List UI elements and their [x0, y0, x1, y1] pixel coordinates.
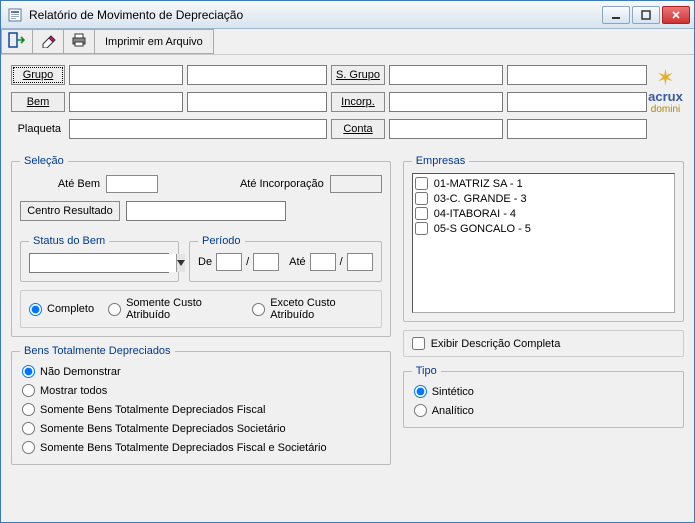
exibir-desc-row: Exibir Descrição Completa — [403, 330, 684, 357]
custo-radio-group: Completo Somente Custo Atribuído Exceto … — [20, 290, 382, 328]
printer-icon — [70, 32, 88, 51]
centro-resultado-input[interactable] — [126, 201, 286, 221]
brand-logo: ✶ acrux domini — [647, 63, 684, 115]
empresa-item[interactable]: 03-C. GRANDE - 3 — [415, 191, 672, 206]
plaqueta-input[interactable] — [69, 119, 327, 139]
radio-somente-fiscal[interactable]: Somente Bens Totalmente Depreciados Fisc… — [22, 403, 380, 416]
right-column: Empresas 01-MATRIZ SA - 1 03-C. GRANDE -… — [403, 147, 684, 465]
slash-1: / — [246, 256, 249, 268]
radio-somente-custo[interactable]: Somente Custo Atribuído — [108, 297, 238, 321]
sgrupo-button[interactable]: S. Grupo — [331, 65, 385, 85]
empresas-fieldset: Empresas 01-MATRIZ SA - 1 03-C. GRANDE -… — [403, 155, 684, 322]
centro-resultado-row: Centro Resultado — [20, 199, 382, 227]
exit-icon — [8, 32, 26, 51]
grupo-button[interactable]: Grupo — [11, 65, 65, 85]
incorp-desc-input[interactable] — [507, 92, 647, 112]
ate-incorp-input[interactable] — [330, 175, 382, 193]
status-periodo-row: Status do Bem Período De — [20, 227, 382, 282]
conta-button[interactable]: Conta — [331, 119, 385, 139]
bem-button[interactable]: Bem — [11, 92, 65, 112]
radio-somente-societario[interactable]: Somente Bens Totalmente Depreciados Soci… — [22, 422, 380, 435]
slash-2: / — [340, 256, 343, 268]
grupo-desc-input[interactable] — [187, 65, 327, 85]
logo-brand: acrux — [647, 89, 684, 104]
status-bem-value[interactable] — [30, 254, 176, 272]
ate-incorp-label: Até Incorporação — [164, 178, 324, 190]
window-title: Relatório de Movimento de Depreciação — [29, 8, 602, 22]
periodo-de-mes[interactable] — [216, 253, 242, 271]
radio-sintetico[interactable]: Sintético — [414, 385, 673, 398]
periodo-de-ano[interactable] — [253, 253, 279, 271]
empresas-legend: Empresas — [412, 155, 470, 167]
selecao-fieldset: Seleção Até Bem Até Incorporação Centro … — [11, 155, 391, 337]
radio-completo[interactable]: Completo — [29, 303, 94, 316]
periodo-row: De / Até / — [198, 253, 373, 271]
exibir-desc-checkbox[interactable]: Exibir Descrição Completa — [412, 337, 561, 350]
exit-button[interactable] — [1, 29, 33, 54]
chevron-down-icon[interactable] — [176, 254, 185, 272]
incorp-code-input[interactable] — [389, 92, 503, 112]
conta-code-input[interactable] — [389, 119, 503, 139]
periodo-legend: Período — [198, 235, 245, 247]
close-button[interactable] — [662, 6, 690, 24]
bens-depreciados-fieldset: Bens Totalmente Depreciados Não Demonstr… — [11, 345, 391, 465]
status-bem-fieldset: Status do Bem — [20, 235, 179, 282]
empresa-item[interactable]: 05-S GONCALO - 5 — [415, 221, 672, 236]
ate-bem-input[interactable] — [106, 175, 158, 193]
top-row: Grupo S. Grupo Bem Incorp. Plaqueta Cont… — [11, 63, 684, 141]
bem-desc-input[interactable] — [187, 92, 327, 112]
print-to-file-label: Imprimir em Arquivo — [105, 36, 203, 48]
status-bem-combo[interactable] — [29, 253, 169, 273]
conta-desc-input[interactable] — [507, 119, 647, 139]
ate-bem-label: Até Bem — [20, 178, 100, 190]
empresa-item[interactable]: 01-MATRIZ SA - 1 — [415, 176, 672, 191]
sgrupo-desc-input[interactable] — [507, 65, 647, 85]
incorp-button[interactable]: Incorp. — [331, 92, 385, 112]
window-buttons — [602, 6, 690, 24]
plaqueta-label: Plaqueta — [11, 123, 65, 135]
toolbar: Imprimir em Arquivo — [1, 29, 694, 55]
status-bem-legend: Status do Bem — [29, 235, 109, 247]
app-window: Relatório de Movimento de Depreciação — [0, 0, 695, 523]
left-column: Seleção Até Bem Até Incorporação Centro … — [11, 147, 391, 465]
bens-depreciados-options: Não Demonstrar Mostrar todos Somente Ben… — [20, 363, 382, 456]
radio-exceto-custo[interactable]: Exceto Custo Atribuído — [252, 297, 373, 321]
periodo-ate-label: Até — [289, 256, 306, 268]
radio-analitico[interactable]: Analítico — [414, 404, 673, 417]
radio-mostrar-todos[interactable]: Mostrar todos — [22, 384, 380, 397]
logo-star-icon: ✶ — [647, 67, 684, 89]
selecao-top-row: Até Bem Até Incorporação — [20, 173, 382, 199]
radio-nao-demonstrar[interactable]: Não Demonstrar — [22, 365, 380, 378]
tipo-legend: Tipo — [412, 365, 441, 377]
grupo-code-input[interactable] — [69, 65, 183, 85]
titlebar: Relatório de Movimento de Depreciação — [1, 1, 694, 29]
print-to-file-button[interactable]: Imprimir em Arquivo — [94, 29, 214, 54]
middle-row: Seleção Até Bem Até Incorporação Centro … — [11, 147, 684, 465]
periodo-ate-ano[interactable] — [347, 253, 373, 271]
minimize-button[interactable] — [602, 6, 630, 24]
selecao-legend: Seleção — [20, 155, 68, 167]
radio-fiscal-societario[interactable]: Somente Bens Totalmente Depreciados Fisc… — [22, 441, 380, 454]
sgrupo-code-input[interactable] — [389, 65, 503, 85]
maximize-button[interactable] — [632, 6, 660, 24]
empresas-listbox[interactable]: 01-MATRIZ SA - 1 03-C. GRANDE - 3 04-ITA… — [412, 173, 675, 313]
logo-sub: domini — [647, 104, 684, 115]
empresa-item[interactable]: 04-ITABORAI - 4 — [415, 206, 672, 221]
content-area: Grupo S. Grupo Bem Incorp. Plaqueta Cont… — [1, 55, 694, 522]
periodo-fieldset: Período De / Até / — [189, 235, 382, 282]
app-icon — [7, 7, 23, 23]
clear-button[interactable] — [32, 29, 64, 54]
periodo-de-label: De — [198, 256, 212, 268]
bem-code-input[interactable] — [69, 92, 183, 112]
tipo-fieldset: Tipo Sintético Analítico — [403, 365, 684, 428]
print-button[interactable] — [63, 29, 95, 54]
centro-resultado-button[interactable]: Centro Resultado — [20, 201, 120, 221]
bens-depreciados-legend: Bens Totalmente Depreciados — [20, 345, 175, 357]
eraser-icon — [39, 32, 57, 51]
tipo-options: Sintético Analítico — [412, 383, 675, 419]
periodo-ate-mes[interactable] — [310, 253, 336, 271]
top-filter-grid: Grupo S. Grupo Bem Incorp. Plaqueta Cont… — [11, 63, 647, 141]
